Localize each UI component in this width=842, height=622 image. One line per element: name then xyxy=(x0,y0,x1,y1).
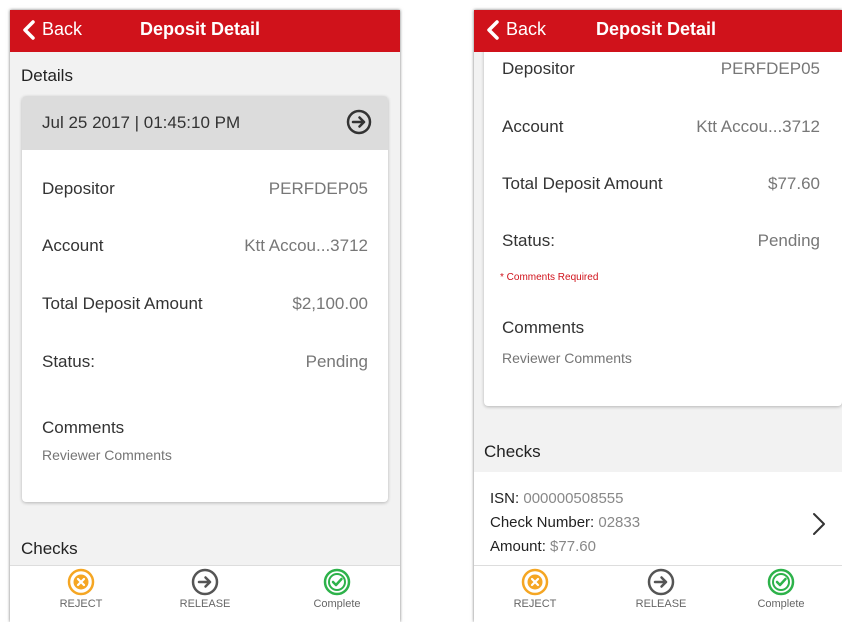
check-circle-icon xyxy=(323,568,351,596)
check-amount-label: Amount: xyxy=(490,538,546,555)
deposit-card: Depositor PERFDEP05 Account Ktt Accou...… xyxy=(484,30,842,406)
complete-label: Complete xyxy=(757,598,805,610)
action-footer: REJECT RELEASE Complete xyxy=(10,565,400,622)
deposit-date: Jul 25 2017 | 01:45:10 PM xyxy=(42,113,241,132)
arrow-right-circle-icon xyxy=(191,568,219,596)
deposit-card: Jul 25 2017 | 01:45:10 PM Depositor PERF… xyxy=(22,96,388,502)
arrow-right-circle-icon xyxy=(647,568,675,596)
release-button[interactable]: RELEASE xyxy=(616,568,706,610)
header-bar: Back Deposit Detail xyxy=(10,10,400,52)
complete-button[interactable]: Complete xyxy=(292,568,382,610)
depositor-value: PERFDEP05 xyxy=(268,179,368,198)
comments-label: Comments xyxy=(502,318,585,337)
check-list-item[interactable]: ISN: 000000508555 Check Number: 02833 Am… xyxy=(474,472,842,572)
reject-label: REJECT xyxy=(59,598,103,610)
depositor-value: PERFDEP05 xyxy=(720,59,820,78)
comments-input[interactable] xyxy=(42,447,362,463)
arrow-right-circle-icon[interactable] xyxy=(346,109,372,135)
complete-label: Complete xyxy=(313,598,361,610)
details-section-label: Details xyxy=(21,66,73,85)
depositor-label: Depositor xyxy=(502,59,575,78)
chevron-left-icon xyxy=(23,19,35,40)
x-circle-icon xyxy=(67,568,95,596)
checks-section-label: Checks xyxy=(21,539,78,558)
comments-input[interactable] xyxy=(502,350,822,366)
reject-button[interactable]: REJECT xyxy=(36,568,126,610)
complete-button[interactable]: Complete xyxy=(736,568,826,610)
date-row[interactable]: Jul 25 2017 | 01:45:10 PM xyxy=(22,96,388,150)
back-label: Back xyxy=(506,19,547,39)
total-amount-value: $77.60 xyxy=(768,174,820,193)
status-value: Pending xyxy=(757,231,820,250)
chevron-right-icon xyxy=(813,513,825,535)
account-label: Account xyxy=(502,117,564,136)
check-isn: ISN: 000000508555 xyxy=(490,490,623,507)
chevron-left-icon xyxy=(487,19,499,40)
right-screen: Back Deposit Detail Depositor PERFDEP05 … xyxy=(474,10,842,622)
account-label: Account xyxy=(42,236,104,255)
release-label: RELEASE xyxy=(635,598,687,610)
back-button[interactable]: Back xyxy=(486,19,546,40)
header-bar: Back Deposit Detail xyxy=(474,10,842,52)
check-number: Check Number: 02833 xyxy=(490,514,640,531)
status-label: Status: xyxy=(42,352,95,371)
back-label: Back xyxy=(42,19,83,39)
reject-label: REJECT xyxy=(513,598,557,610)
comments-required-note: * Comments Required xyxy=(500,272,599,283)
page-title: Deposit Detail xyxy=(596,19,717,39)
check-circle-icon xyxy=(767,568,795,596)
action-footer: REJECT RELEASE Complete xyxy=(474,565,842,622)
check-amount-value: $77.60 xyxy=(550,538,596,555)
left-screen: Back Deposit Detail Details Jul 25 2017 … xyxy=(10,10,400,622)
release-label: RELEASE xyxy=(179,598,231,610)
x-circle-icon xyxy=(521,568,549,596)
check-number-value: 02833 xyxy=(598,514,641,531)
total-amount-label: Total Deposit Amount xyxy=(42,294,203,313)
checks-section-label: Checks xyxy=(484,442,541,461)
status-label: Status: xyxy=(502,231,555,250)
release-button[interactable]: RELEASE xyxy=(160,568,250,610)
comments-label: Comments xyxy=(42,418,125,437)
total-amount-value: $2,100.00 xyxy=(292,294,368,313)
check-amount: Amount: $77.60 xyxy=(490,538,596,555)
total-amount-label: Total Deposit Amount xyxy=(502,174,663,193)
check-number-label: Check Number: xyxy=(490,514,595,531)
reject-button[interactable]: REJECT xyxy=(490,568,580,610)
back-button[interactable]: Back xyxy=(22,19,82,40)
account-value: Ktt Accou...3712 xyxy=(244,236,368,255)
check-isn-label: ISN: xyxy=(490,490,520,507)
depositor-label: Depositor xyxy=(42,179,115,198)
account-value: Ktt Accou...3712 xyxy=(696,117,820,136)
check-isn-value: 000000508555 xyxy=(523,490,624,507)
page-title: Deposit Detail xyxy=(140,19,261,39)
status-value: Pending xyxy=(305,352,368,371)
